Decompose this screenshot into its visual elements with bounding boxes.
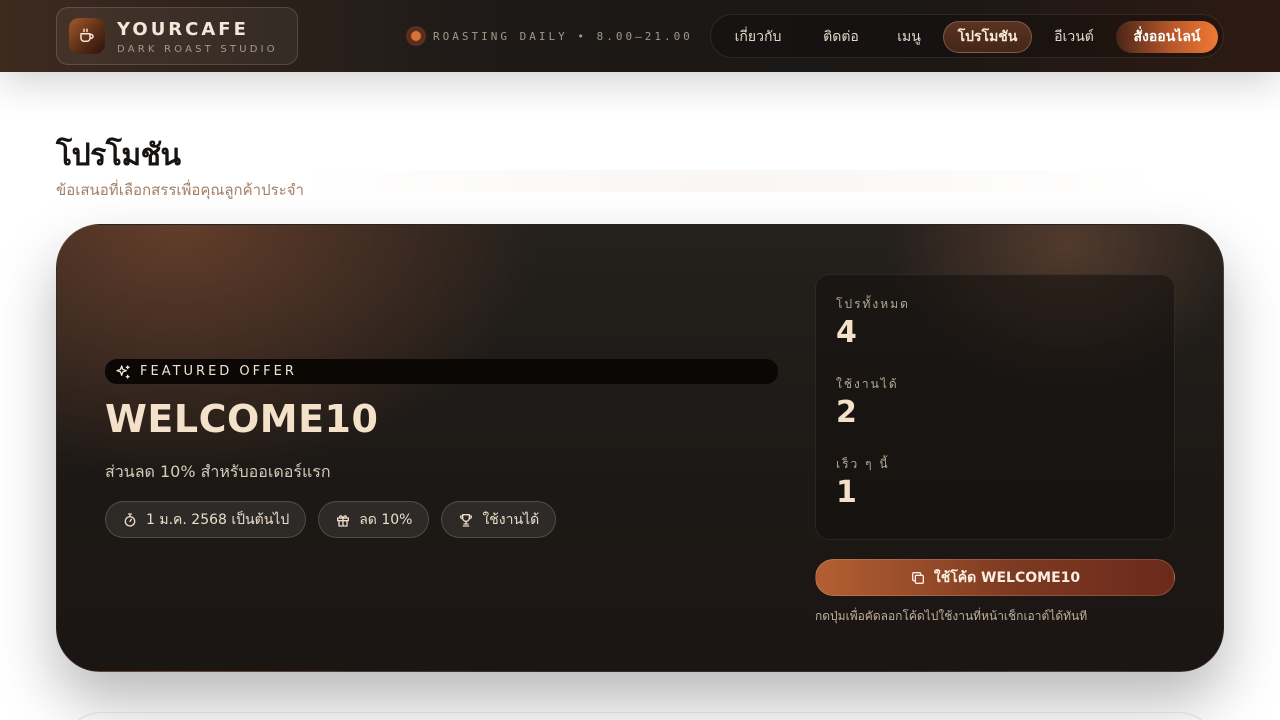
page-subtitle: ข้อเสนอที่เลือกสรรเพื่อคุณลูกค้าประจำ bbox=[56, 181, 304, 199]
badge-label: FEATURED OFFER bbox=[140, 364, 297, 379]
stat-active-label: ใช้งานได้ bbox=[836, 377, 899, 391]
timer-icon bbox=[122, 512, 138, 528]
chip-label: ลด 10% bbox=[359, 511, 413, 528]
availability-chip: ใช้งานได้ bbox=[441, 501, 557, 538]
stat-upcoming-label: เร็ว ๆ นี้ bbox=[836, 457, 890, 471]
nav-item-about[interactable]: เกี่ยวกับ bbox=[723, 21, 793, 53]
featured-offer-badge: FEATURED OFFER bbox=[105, 359, 778, 384]
status-dot-icon bbox=[406, 26, 426, 46]
featured-offer-card: FEATURED OFFER WELCOME10 ส่วนลด 10% สำหร… bbox=[56, 224, 1224, 672]
gift-icon bbox=[335, 512, 351, 528]
stat-active-value: 2 bbox=[836, 395, 857, 430]
stat-total-label: โปรทั้งหมด bbox=[836, 297, 910, 311]
start-date-chip: 1 ม.ค. 2568 เป็นต้นไป bbox=[105, 501, 307, 538]
roasting-status: ROASTING DAILY • 8.00–21.00 bbox=[406, 26, 693, 46]
nav-item-contact[interactable]: ติดต่อ bbox=[809, 21, 873, 53]
stat-upcoming-value: 1 bbox=[836, 475, 857, 510]
use-code-button-label: ใช้โค้ด WELCOME10 bbox=[933, 569, 1081, 586]
next-promo-card bbox=[62, 712, 1218, 720]
status-text: ROASTING DAILY • 8.00–21.00 bbox=[433, 29, 693, 43]
nav-item-events[interactable]: อีเวนต์ bbox=[1043, 21, 1105, 53]
brand-name: YOURCAFE bbox=[117, 19, 249, 40]
offer-meta-chips: 1 ม.ค. 2568 เป็นต้นไป ลด 10% ใช้งานได้ bbox=[105, 501, 557, 538]
sparkles-icon bbox=[115, 364, 131, 380]
chip-label: ใช้งานได้ bbox=[482, 511, 540, 528]
stat-total-value: 4 bbox=[836, 315, 857, 350]
offer-code: WELCOME10 bbox=[105, 397, 379, 441]
brand-logo-block[interactable]: YOURCAFE DARK ROAST STUDIO bbox=[56, 7, 298, 65]
decorative-divider bbox=[300, 170, 1160, 192]
use-code-button[interactable]: ใช้โค้ด WELCOME10 bbox=[815, 559, 1175, 596]
copy-icon bbox=[910, 570, 926, 586]
offer-description: ส่วนลด 10% สำหรับออเดอร์แรก bbox=[105, 462, 331, 481]
brand-tagline: DARK ROAST STUDIO bbox=[117, 44, 278, 55]
main-nav: เกี่ยวกับ ติดต่อ เมนู โปรโมชัน อีเวนต์ ส… bbox=[710, 14, 1224, 58]
order-online-button[interactable]: สั่งออนไลน์ bbox=[1116, 21, 1218, 53]
nav-item-menu[interactable]: เมนู bbox=[887, 21, 931, 53]
chip-label: 1 ม.ค. 2568 เป็นต้นไป bbox=[146, 511, 290, 528]
trophy-icon bbox=[458, 512, 474, 528]
use-code-hint: กดปุ่มเพื่อคัดลอกโค้ดไปใช้งานที่หน้าเช็ก… bbox=[815, 609, 1088, 623]
page-title: โปรโมชัน bbox=[56, 138, 181, 173]
top-navigation-bar: YOURCAFE DARK ROAST STUDIO ROASTING DAIL… bbox=[0, 0, 1280, 72]
coffee-cup-icon bbox=[69, 18, 105, 54]
promo-stats-panel: โปรทั้งหมด 4 ใช้งานได้ 2 เร็ว ๆ นี้ 1 bbox=[815, 274, 1175, 540]
nav-item-promotions[interactable]: โปรโมชัน bbox=[943, 21, 1032, 53]
discount-chip: ลด 10% bbox=[318, 501, 430, 538]
